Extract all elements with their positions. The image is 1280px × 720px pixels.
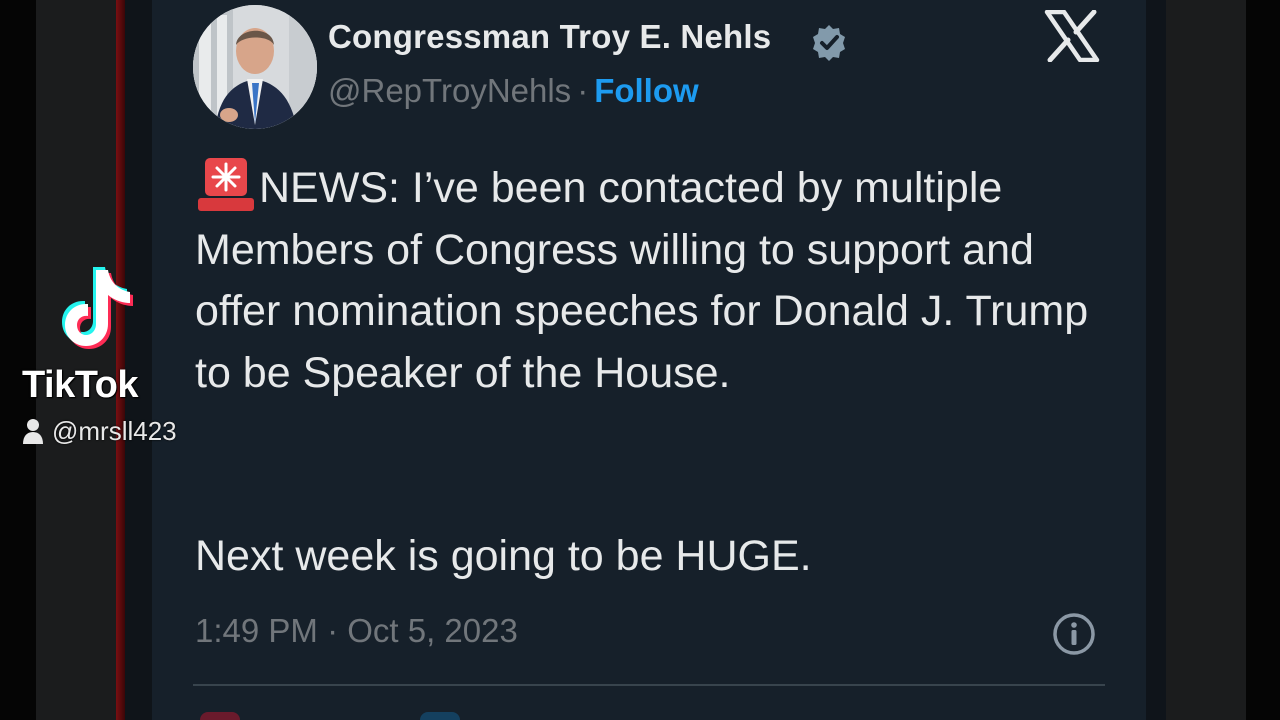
- info-icon[interactable]: [1051, 611, 1097, 657]
- x-logo-icon[interactable]: [1044, 10, 1100, 62]
- author-handle[interactable]: @RepTroyNehls: [328, 72, 571, 109]
- right-letterbox: [1246, 0, 1280, 720]
- tweet-body-text: NEWS: I’ve been contacted by multiple Me…: [195, 164, 1089, 397]
- left-border: [36, 0, 116, 720]
- tiktok-username-text: @mrsll423: [52, 416, 177, 446]
- left-letterbox: [0, 0, 36, 720]
- tiktok-wordmark: TikTok: [22, 364, 138, 406]
- author-avatar[interactable]: [193, 5, 317, 129]
- left-red-edge: [116, 0, 125, 720]
- tweet-timestamp[interactable]: 1:49 PM · Oct 5, 2023: [195, 612, 518, 650]
- right-border: [1166, 0, 1246, 720]
- separator-dot: ·: [577, 72, 589, 109]
- rotating-light-emoji: [198, 158, 254, 211]
- author-name[interactable]: Congressman Troy E. Nehls: [328, 18, 771, 56]
- right-dark-strip: [1146, 0, 1166, 720]
- tweet-body-text-2: Next week is going to be HUGE.: [195, 532, 812, 580]
- verified-badge-icon: [813, 25, 845, 61]
- like-icon[interactable]: [200, 712, 240, 720]
- tiktok-username: @mrsll423: [22, 416, 177, 447]
- tweet-body: NEWS: I’ve been contacted by multiple Me…: [195, 156, 1125, 404]
- video-frame: Congressman Troy E. Nehls @RepTroyNehls ·…: [0, 0, 1280, 720]
- follow-button[interactable]: Follow: [594, 72, 698, 109]
- handle-row: @RepTroyNehls · Follow: [328, 72, 699, 110]
- left-dark-strip: [125, 0, 152, 720]
- tweet-divider: [193, 684, 1105, 686]
- reply-icon[interactable]: [420, 712, 460, 720]
- tiktok-logo-icon: [62, 267, 133, 349]
- user-icon: [23, 419, 43, 444]
